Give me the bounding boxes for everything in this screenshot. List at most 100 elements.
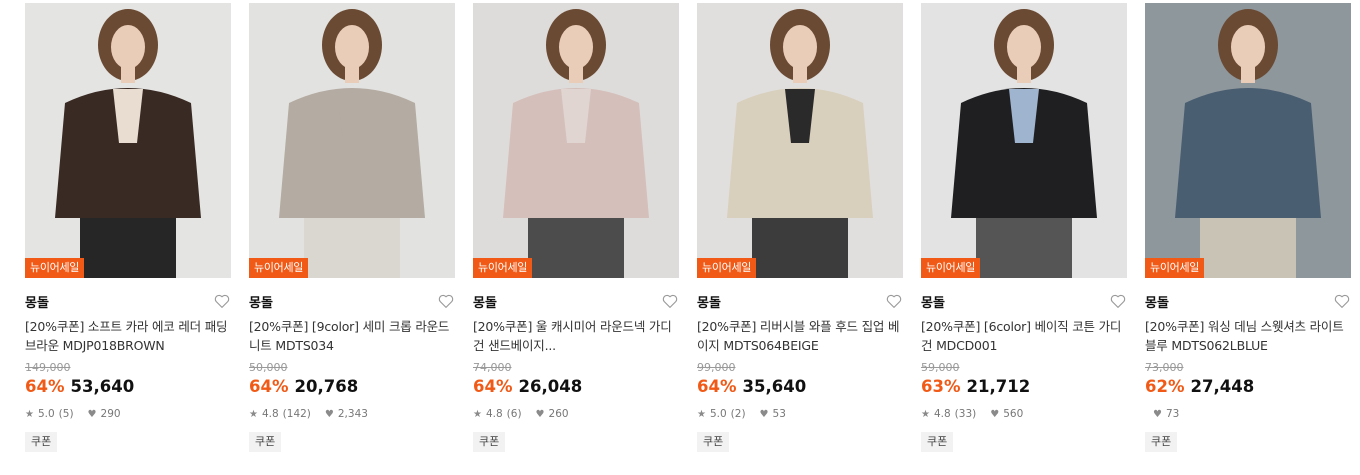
- like-icon: ♥: [1153, 408, 1162, 420]
- product-title[interactable]: [20%쿠폰] 울 캐시미어 라운드넥 가디건 샌드베이지...: [473, 317, 679, 355]
- rating-value: 4.8: [933, 408, 951, 420]
- sale-price: 27,448: [1190, 377, 1255, 396]
- sale-badge: 뉴이어세일: [25, 258, 85, 278]
- product-stats: ★ 5.0 (5) ♥ 290: [25, 407, 231, 421]
- brand-name[interactable]: 몽돌: [921, 292, 945, 311]
- product-image[interactable]: 뉴이어세일: [249, 3, 455, 278]
- original-price: 74,000: [473, 361, 512, 374]
- product-photo: [473, 3, 679, 278]
- like-count: 260: [548, 408, 569, 420]
- sale-badge: 뉴이어세일: [473, 258, 533, 278]
- coupon-tag: 쿠폰: [921, 432, 954, 452]
- coupon-tag: 쿠폰: [473, 432, 506, 452]
- product-card[interactable]: 뉴이어세일 몽돌 [20%쿠폰] 소프트 카라 에코 레더 패딩 브라운 MDJ…: [25, 3, 231, 452]
- product-stats: ★ ♥ 73: [1145, 407, 1351, 421]
- product-card[interactable]: 뉴이어세일 몽돌 [20%쿠폰] 워싱 데님 스웻셔츠 라이트블루 MDTS06…: [1145, 3, 1351, 452]
- rating-value: 5.0: [709, 408, 727, 420]
- like-icon: ♥: [759, 408, 769, 420]
- brand-name[interactable]: 몽돌: [697, 292, 721, 311]
- product-title[interactable]: [20%쿠폰] [6color] 베이직 코튼 가디건 MDCD001: [921, 317, 1127, 355]
- heart-icon[interactable]: [437, 292, 455, 310]
- heart-icon[interactable]: [213, 292, 231, 310]
- coupon-tag: 쿠폰: [249, 432, 282, 452]
- product-title[interactable]: [20%쿠폰] [9color] 세미 크롭 라운드 니트 MDTS034: [249, 317, 455, 355]
- product-photo: [1145, 3, 1351, 278]
- product-card[interactable]: 뉴이어세일 몽돌 [20%쿠폰] 울 캐시미어 라운드넥 가디건 샌드베이지..…: [473, 3, 679, 452]
- product-stats: ★ 4.8 (33) ♥ 560: [921, 407, 1127, 421]
- rating-value: 5.0: [37, 408, 55, 420]
- product-image[interactable]: 뉴이어세일: [697, 3, 903, 278]
- product-grid: 뉴이어세일 몽돌 [20%쿠폰] 소프트 카라 에코 레더 패딩 브라운 MDJ…: [0, 0, 1360, 475]
- like-icon: ♥: [535, 408, 545, 420]
- star-icon: ★: [473, 408, 482, 420]
- sale-price: 53,640: [70, 377, 135, 396]
- brand-name[interactable]: 몽돌: [1145, 292, 1169, 311]
- product-image[interactable]: 뉴이어세일: [1145, 3, 1351, 278]
- review-count: (2): [730, 408, 746, 420]
- like-count: 290: [100, 408, 121, 420]
- product-title[interactable]: [20%쿠폰] 워싱 데님 스웻셔츠 라이트블루 MDTS062LBLUE: [1145, 317, 1351, 355]
- product-card[interactable]: 뉴이어세일 몽돌 [20%쿠폰] [6color] 베이직 코튼 가디건 MDC…: [921, 3, 1127, 452]
- rating-value: 4.8: [485, 408, 503, 420]
- review-count: (142): [282, 408, 311, 420]
- original-price: 99,000: [697, 361, 736, 374]
- sale-price: 20,768: [294, 377, 359, 396]
- review-count: (33): [954, 408, 977, 420]
- review-count: (5): [58, 408, 74, 420]
- product-photo: [921, 3, 1127, 278]
- sale-price: 35,640: [742, 377, 807, 396]
- star-icon: ★: [921, 408, 930, 420]
- discount-rate: 62%: [1145, 377, 1185, 396]
- heart-icon[interactable]: [1109, 292, 1127, 310]
- like-count: 2,343: [337, 408, 368, 420]
- original-price: 50,000: [249, 361, 288, 374]
- heart-icon[interactable]: [1333, 292, 1351, 310]
- sale-badge: 뉴이어세일: [921, 258, 981, 278]
- product-stats: ★ 4.8 (142) ♥ 2,343: [249, 407, 455, 421]
- like-count: 73: [1165, 408, 1180, 420]
- discount-rate: 64%: [249, 377, 289, 396]
- product-title[interactable]: [20%쿠폰] 리버시블 와플 후드 집업 베이지 MDTS064BEIGE: [697, 317, 903, 355]
- discount-rate: 63%: [921, 377, 961, 396]
- star-icon: ★: [249, 408, 258, 420]
- sale-badge: 뉴이어세일: [1145, 258, 1205, 278]
- like-count: 53: [772, 408, 786, 420]
- sale-badge: 뉴이어세일: [249, 258, 309, 278]
- heart-icon[interactable]: [661, 292, 679, 310]
- brand-name[interactable]: 몽돌: [473, 292, 497, 311]
- like-icon: ♥: [990, 408, 1000, 420]
- coupon-tag: 쿠폰: [25, 432, 58, 452]
- brand-name[interactable]: 몽돌: [25, 292, 49, 311]
- brand-name[interactable]: 몽돌: [249, 292, 273, 311]
- product-image[interactable]: 뉴이어세일: [25, 3, 231, 278]
- original-price: 149,000: [25, 361, 71, 374]
- heart-icon[interactable]: [885, 292, 903, 310]
- sale-price: 21,712: [966, 377, 1031, 396]
- discount-rate: 64%: [473, 377, 513, 396]
- rating-value: 4.8: [261, 408, 279, 420]
- original-price: 73,000: [1145, 361, 1184, 374]
- product-photo: [697, 3, 903, 278]
- discount-rate: 64%: [697, 377, 737, 396]
- product-stats: ★ 4.8 (6) ♥ 260: [473, 407, 679, 421]
- product-stats: ★ 5.0 (2) ♥ 53: [697, 407, 903, 421]
- sale-badge: 뉴이어세일: [697, 258, 757, 278]
- sale-price: 26,048: [518, 377, 583, 396]
- product-card[interactable]: 뉴이어세일 몽돌 [20%쿠폰] [9color] 세미 크롭 라운드 니트 M…: [249, 3, 455, 452]
- like-icon: ♥: [324, 408, 334, 420]
- star-icon: ★: [697, 408, 706, 420]
- product-title[interactable]: [20%쿠폰] 소프트 카라 에코 레더 패딩 브라운 MDJP018BROWN: [25, 317, 231, 355]
- product-photo: [25, 3, 231, 278]
- product-card[interactable]: 뉴이어세일 몽돌 [20%쿠폰] 리버시블 와플 후드 집업 베이지 MDTS0…: [697, 3, 903, 452]
- star-icon: ★: [25, 408, 34, 420]
- like-count: 560: [1003, 408, 1024, 420]
- like-icon: ♥: [87, 408, 97, 420]
- product-image[interactable]: 뉴이어세일: [921, 3, 1127, 278]
- coupon-tag: 쿠폰: [697, 432, 730, 452]
- coupon-tag: 쿠폰: [1145, 432, 1178, 452]
- product-image[interactable]: 뉴이어세일: [473, 3, 679, 278]
- review-count: (6): [506, 408, 522, 420]
- product-photo: [249, 3, 455, 278]
- discount-rate: 64%: [25, 377, 65, 396]
- original-price: 59,000: [921, 361, 960, 374]
